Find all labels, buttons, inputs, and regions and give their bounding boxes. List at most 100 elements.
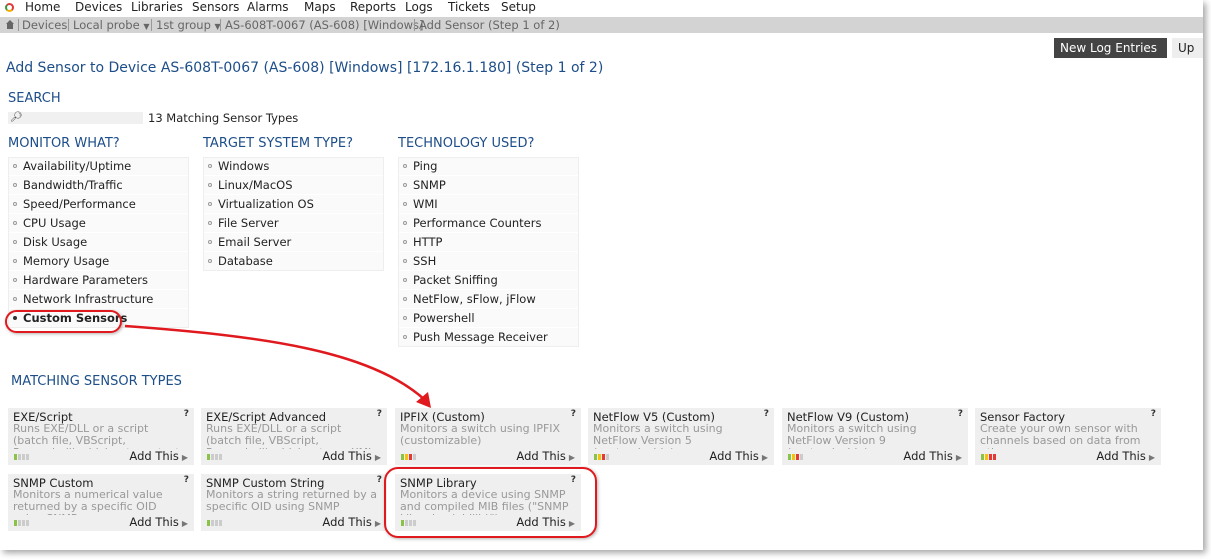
add-this-button[interactable]: Add This ▶ (516, 449, 575, 463)
search-icon: 🔎︎ (10, 112, 23, 123)
sensor-type-title: EXE/Script Advanced (206, 410, 327, 424)
play-arrow-icon: ▶ (568, 453, 575, 462)
add-this-button[interactable]: Add This ▶ (322, 515, 381, 529)
technology-heading: TECHNOLOGY USED? (398, 136, 535, 151)
technology-option-item[interactable]: Packet Sniffing (398, 271, 579, 290)
menu-alarms[interactable]: Alarms (247, 0, 289, 15)
play-arrow-icon: ▶ (374, 453, 381, 462)
technology-option-item[interactable]: Performance Counters (398, 214, 579, 233)
target-list: Windows Linux/MacOS Virtualization OS File … (203, 157, 384, 271)
play-arrow-icon: ▶ (955, 453, 962, 462)
sensor-type-card[interactable]: EXE/Script? Runs EXE/DLL or a script (bat… (8, 408, 194, 465)
sensor-type-card[interactable]: SNMP Custom String? Monitors a string ret… (201, 474, 387, 531)
sensor-type-title: IPFIX (Custom) (400, 410, 485, 424)
sensor-type-description: Monitors a string returned by a specific… (206, 489, 377, 513)
breadcrumb-devices[interactable]: Devices (22, 17, 67, 33)
target-option-item[interactable]: File Server (203, 214, 384, 233)
help-icon[interactable]: ? (377, 409, 382, 419)
menu-tickets[interactable]: Tickets (448, 0, 490, 15)
sensor-type-description: Monitors a numerical value returned by a… (13, 489, 163, 515)
monitor-option-item[interactable]: Network Infrastructure (8, 290, 189, 309)
breadcrumb-device[interactable]: AS-608T-0067 (AS-608) [Windows] (225, 17, 424, 33)
search-heading: SEARCH (8, 91, 61, 106)
sensor-type-card[interactable]: NetFlow V9 (Custom)? Monitors a switch us… (782, 408, 968, 465)
help-icon[interactable]: ? (377, 475, 382, 485)
monitor-option-item[interactable]: Disk Usage (8, 233, 189, 252)
breadcrumb-group[interactable]: 1st group ▼ (156, 17, 221, 35)
add-this-button[interactable]: Add This ▶ (1096, 449, 1155, 463)
sensor-type-card[interactable]: NetFlow V5 (Custom)? Monitors a switch us… (588, 408, 774, 465)
sensor-type-title: Sensor Factory (980, 410, 1066, 424)
sensor-type-title: NetFlow V5 (Custom) (593, 410, 715, 424)
breadcrumb-local-probe[interactable]: Local probe ▼ (73, 17, 149, 35)
technology-option-item[interactable]: Push Message Receiver (398, 328, 579, 347)
menu-reports[interactable]: Reports (350, 0, 396, 15)
target-option-item[interactable]: Windows (203, 157, 384, 176)
technology-option-item[interactable]: SNMP (398, 176, 579, 195)
sensor-type-card[interactable]: IPFIX (Custom)? Monitors a switch using I… (395, 408, 581, 465)
menu-logs[interactable]: Logs (405, 0, 433, 15)
sensor-type-title: SNMP Custom (13, 476, 94, 490)
sensor-type-description: Monitors a device using SNMP and compile… (400, 489, 569, 515)
menu-libraries[interactable]: Libraries (131, 0, 183, 15)
monitor-option-item[interactable]: Speed/Performance (8, 195, 189, 214)
help-icon[interactable]: ? (764, 409, 769, 419)
monitor-option-item[interactable]: Memory Usage (8, 252, 189, 271)
sensor-type-title: EXE/Script (13, 410, 73, 424)
chevron-down-icon: ▼ (143, 22, 150, 31)
add-this-button[interactable]: Add This ▶ (903, 449, 962, 463)
monitor-option-item[interactable]: Availability/Uptime (8, 157, 189, 176)
new-log-entries-button[interactable]: New Log Entries 41 (1054, 38, 1167, 75)
sensor-type-card[interactable]: SNMP Custom? Monitors a numerical value r… (8, 474, 194, 531)
menu-maps[interactable]: Maps (304, 0, 336, 15)
technology-list: Ping SNMP WMI Performance Counters HTTP SSH Pa… (398, 157, 579, 347)
target-option-item[interactable]: Database (203, 252, 384, 271)
play-arrow-icon: ▶ (568, 519, 575, 528)
play-arrow-icon: ▶ (181, 519, 188, 528)
help-icon[interactable]: ? (571, 409, 576, 419)
technology-option-item[interactable]: WMI (398, 195, 579, 214)
add-this-button[interactable]: Add This ▶ (129, 449, 188, 463)
sensor-type-card[interactable]: Sensor Factory? Create your own sensor wi… (975, 408, 1161, 465)
monitor-option-item[interactable]: Bandwidth/Traffic (8, 176, 189, 195)
add-this-button[interactable]: Add This ▶ (516, 515, 575, 529)
performance-impact-meter (14, 454, 32, 460)
help-icon[interactable]: ? (184, 409, 189, 419)
sensor-type-card[interactable]: SNMP Library? Monitors a device using SNM… (395, 474, 581, 531)
menu-devices[interactable]: Devices (75, 0, 122, 15)
page-title: Add Sensor to Device AS-608T-0067 (AS-60… (6, 60, 604, 76)
menu-home[interactable]: Home (25, 0, 60, 15)
help-icon[interactable]: ? (571, 475, 576, 485)
help-icon[interactable]: ? (1151, 409, 1156, 419)
monitor-option-item[interactable]: Hardware Parameters (8, 271, 189, 290)
sensor-type-description: Monitors a switch using NetFlow Version … (593, 423, 723, 449)
breadcrumb: Devices Local probe ▼ 1st group ▼ AS-608… (0, 17, 1203, 33)
sensor-type-title: SNMP Library (400, 476, 477, 490)
technology-option-item[interactable]: Ping (398, 157, 579, 176)
sensor-type-card[interactable]: EXE/Script Advanced? Runs EXE/DLL or a sc… (201, 408, 387, 465)
technology-option-item[interactable]: Powershell (398, 309, 579, 328)
target-option-item[interactable]: Linux/MacOS (203, 176, 384, 195)
add-this-button[interactable]: Add This ▶ (322, 449, 381, 463)
log-count-badge: 41 (1060, 61, 1076, 75)
monitor-option-item[interactable]: Custom Sensors (8, 309, 189, 328)
technology-option-item[interactable]: HTTP (398, 233, 579, 252)
play-arrow-icon: ▶ (1148, 453, 1155, 462)
add-this-button[interactable]: Add This ▶ (129, 515, 188, 529)
target-option-item[interactable]: Virtualization OS (203, 195, 384, 214)
home-icon[interactable] (6, 20, 14, 29)
search-input[interactable] (8, 112, 143, 124)
performance-impact-meter (207, 454, 225, 460)
menu-sensors[interactable]: Sensors (192, 0, 239, 15)
add-this-button[interactable]: Add This ▶ (709, 449, 768, 463)
technology-option-item[interactable]: NetFlow, sFlow, jFlow (398, 290, 579, 309)
up-button[interactable]: Up (1172, 38, 1203, 58)
target-option-item[interactable]: Email Server (203, 233, 384, 252)
monitor-option-item[interactable]: CPU Usage (8, 214, 189, 233)
technology-option-item[interactable]: SSH (398, 252, 579, 271)
menu-setup[interactable]: Setup (501, 0, 536, 15)
help-icon[interactable]: ? (958, 409, 963, 419)
sensor-type-title: NetFlow V9 (Custom) (787, 410, 909, 424)
prtg-window: Home Devices Libraries Sensors Alarms Ma… (0, 0, 1203, 550)
help-icon[interactable]: ? (184, 475, 189, 485)
